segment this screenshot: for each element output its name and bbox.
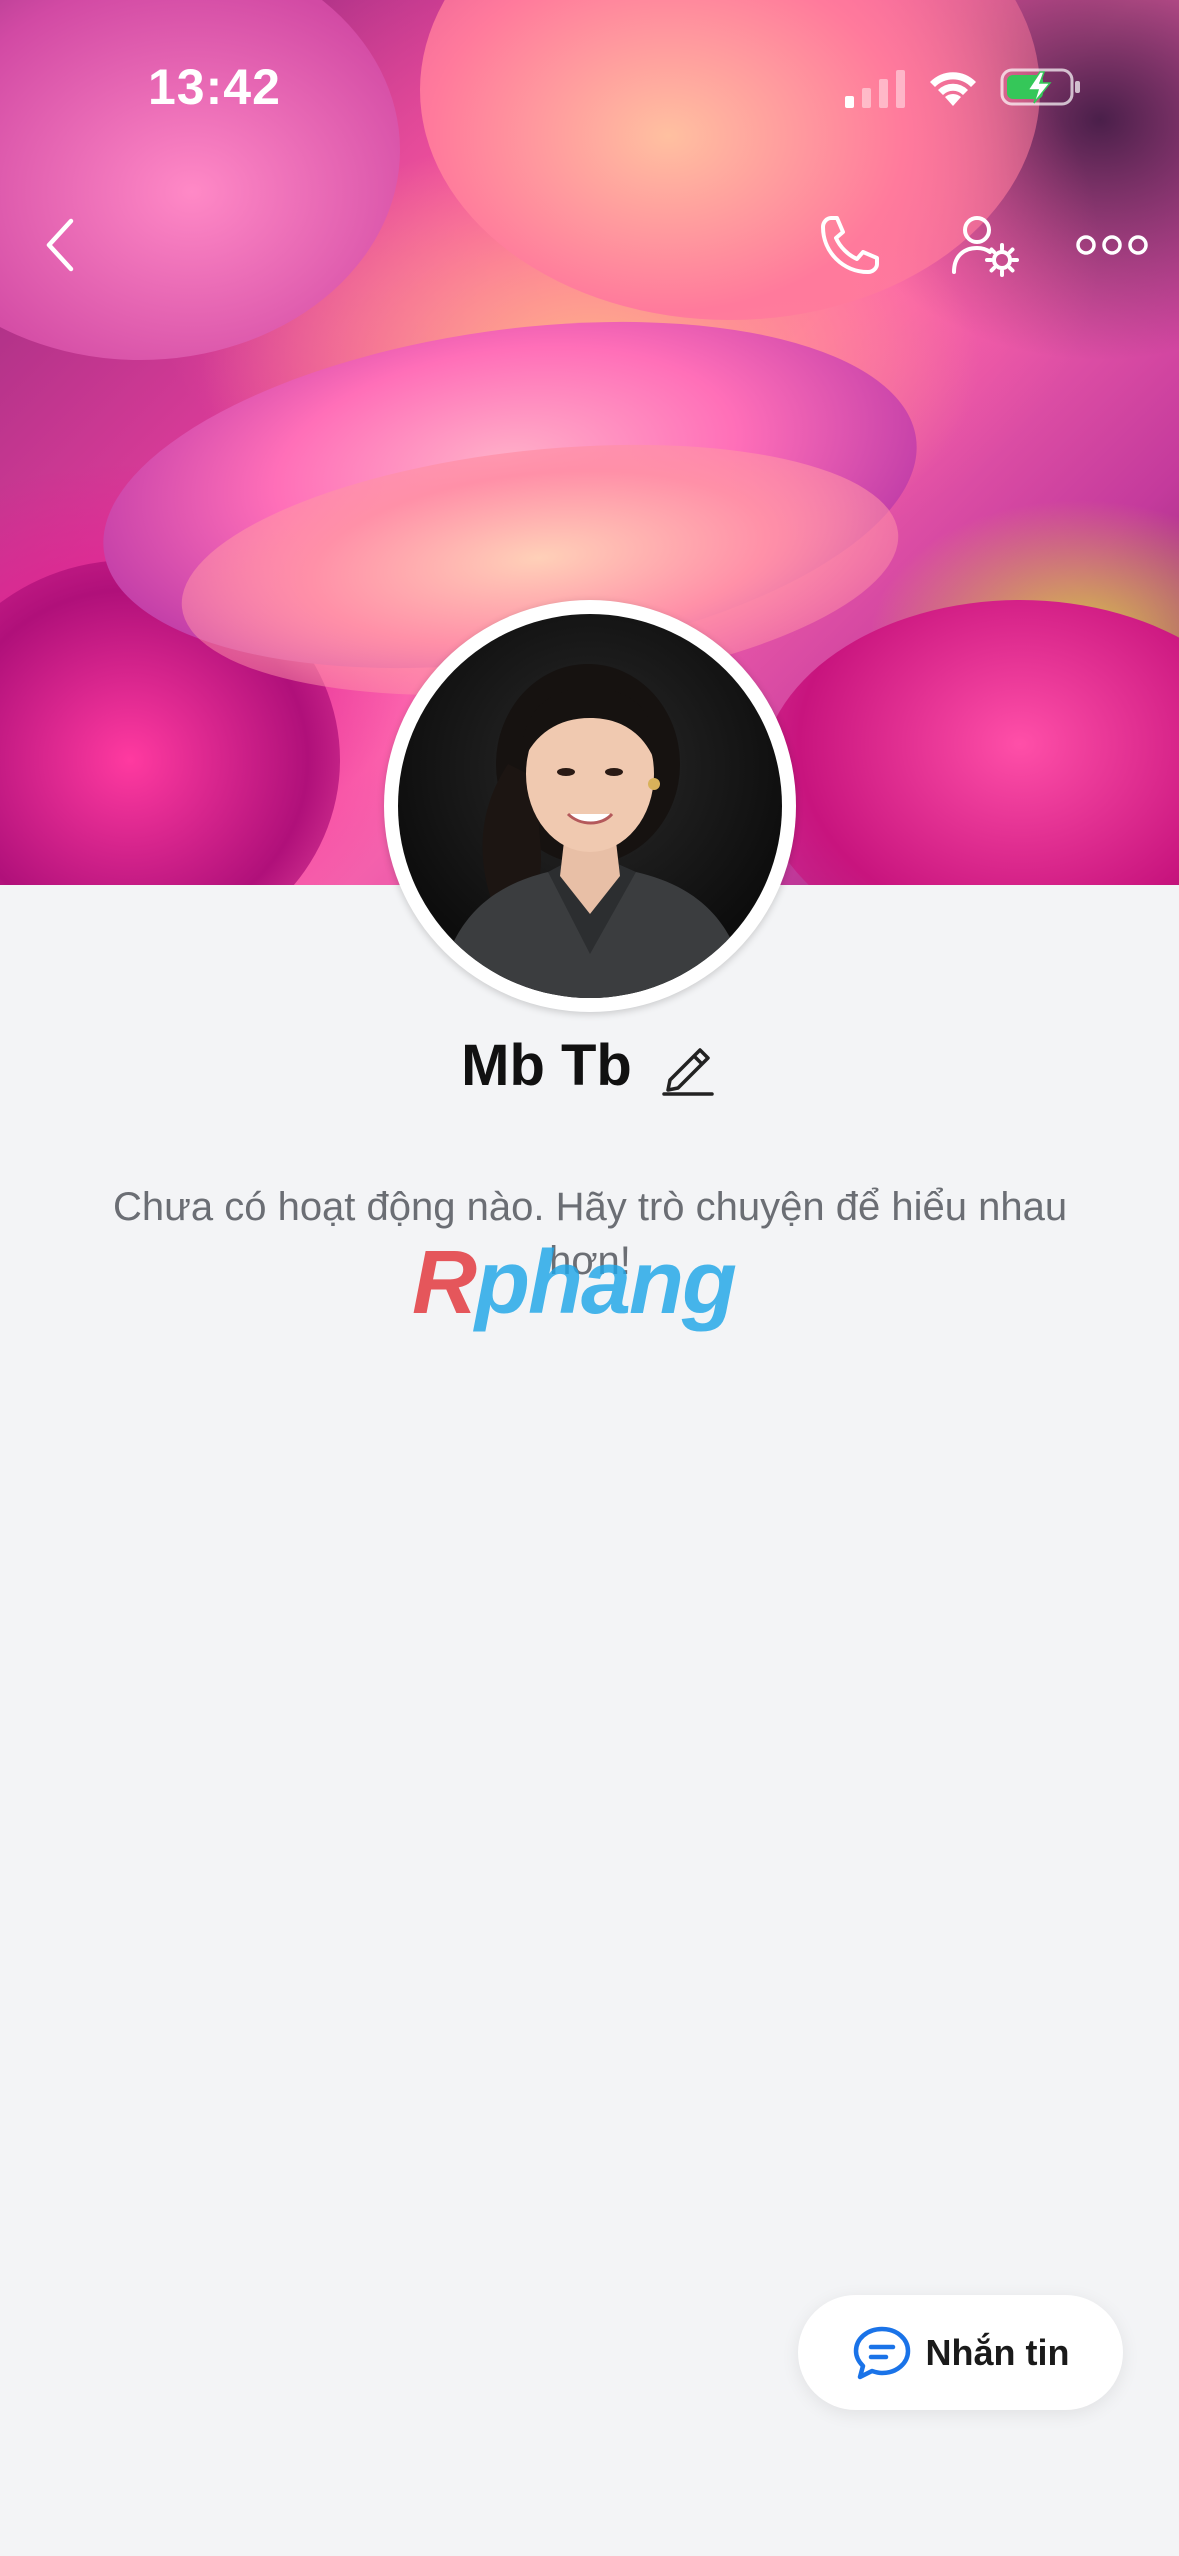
watermark-part-a: R — [412, 1233, 477, 1333]
status-bar: 13:42 — [0, 0, 1179, 170]
chat-bubble-icon — [853, 2326, 910, 2379]
avatar-photo — [398, 614, 782, 998]
status-time: 13:42 — [148, 59, 281, 115]
pencil-icon — [662, 1048, 714, 1096]
wifi-icon — [930, 72, 976, 106]
user-settings-button[interactable] — [945, 205, 1025, 285]
more-icon — [1076, 235, 1148, 255]
user-settings-icon — [952, 216, 1019, 277]
avatar[interactable] — [384, 600, 796, 1012]
watermark-part-b: phang — [475, 1233, 737, 1333]
profile-name-row: Mb Tb — [0, 1030, 1179, 1100]
edit-name-button[interactable] — [658, 1030, 718, 1100]
cellular-signal-icon — [845, 70, 905, 108]
more-button[interactable] — [1072, 215, 1152, 275]
phone-icon — [821, 216, 879, 274]
back-button[interactable] — [30, 205, 90, 285]
back-icon — [46, 218, 74, 272]
call-button[interactable] — [810, 205, 890, 285]
profile-name: Mb Tb — [461, 1032, 632, 1098]
message-button[interactable]: Nhắn tin — [798, 2295, 1123, 2410]
battery-charging-icon — [1000, 68, 1080, 106]
watermark-logo: Rphang — [412, 1232, 737, 1335]
message-button-label: Nhắn tin — [925, 2331, 1070, 2373]
